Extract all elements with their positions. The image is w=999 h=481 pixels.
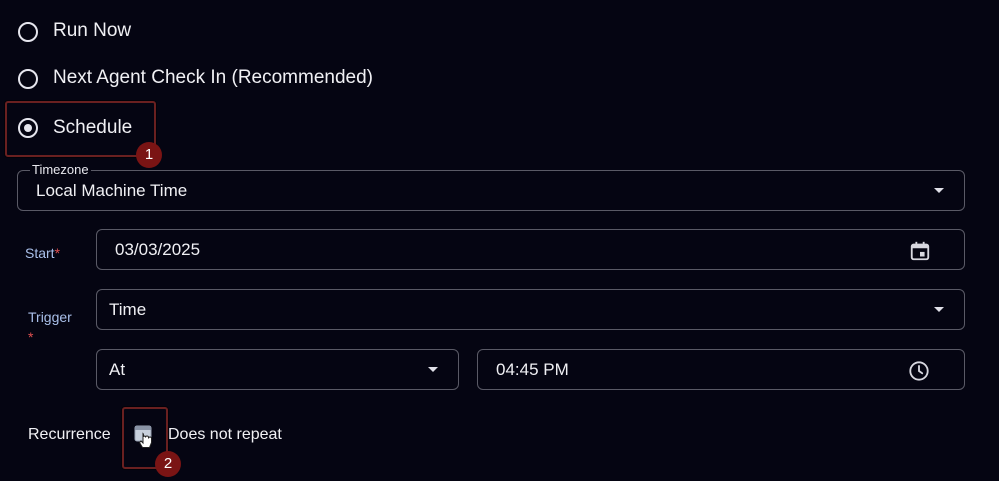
start-label: Start* — [25, 245, 61, 261]
calendar-icon[interactable] — [909, 240, 931, 262]
at-value: At — [109, 360, 126, 379]
timezone-value: Local Machine Time — [36, 181, 188, 200]
clock-icon[interactable] — [908, 360, 930, 382]
chevron-down-icon — [934, 188, 944, 193]
recurrence-value[interactable]: Does not repeat — [168, 426, 282, 444]
trigger-value: Time — [109, 300, 147, 319]
schedule-label[interactable]: Schedule — [53, 117, 132, 139]
chevron-down-icon — [934, 307, 944, 312]
callout-badge-2: 2 — [155, 451, 181, 477]
callout-badge-1: 1 — [136, 142, 162, 168]
start-date-input[interactable]: 03/03/2025 — [96, 229, 965, 270]
time-value: 04:45 PM — [496, 360, 569, 379]
schedule-radio[interactable] — [18, 118, 38, 138]
chevron-down-icon — [428, 367, 438, 372]
recurrence-label: Recurrence — [28, 426, 111, 443]
at-select[interactable]: At — [96, 349, 459, 390]
recurrence-calendar-icon[interactable] — [132, 422, 158, 452]
time-input[interactable]: 04:45 PM — [477, 349, 965, 390]
timezone-select[interactable]: Local Machine Time — [17, 170, 965, 211]
start-date-value: 03/03/2025 — [115, 240, 201, 259]
trigger-label: Trigger * — [28, 309, 72, 345]
next-agent-radio[interactable] — [18, 69, 38, 89]
timezone-label: Timezone — [30, 162, 91, 177]
run-now-label[interactable]: Run Now — [53, 20, 131, 42]
run-now-radio[interactable] — [18, 22, 38, 42]
next-agent-label[interactable]: Next Agent Check In (Recommended) — [53, 67, 373, 89]
trigger-select[interactable]: Time — [96, 289, 965, 330]
